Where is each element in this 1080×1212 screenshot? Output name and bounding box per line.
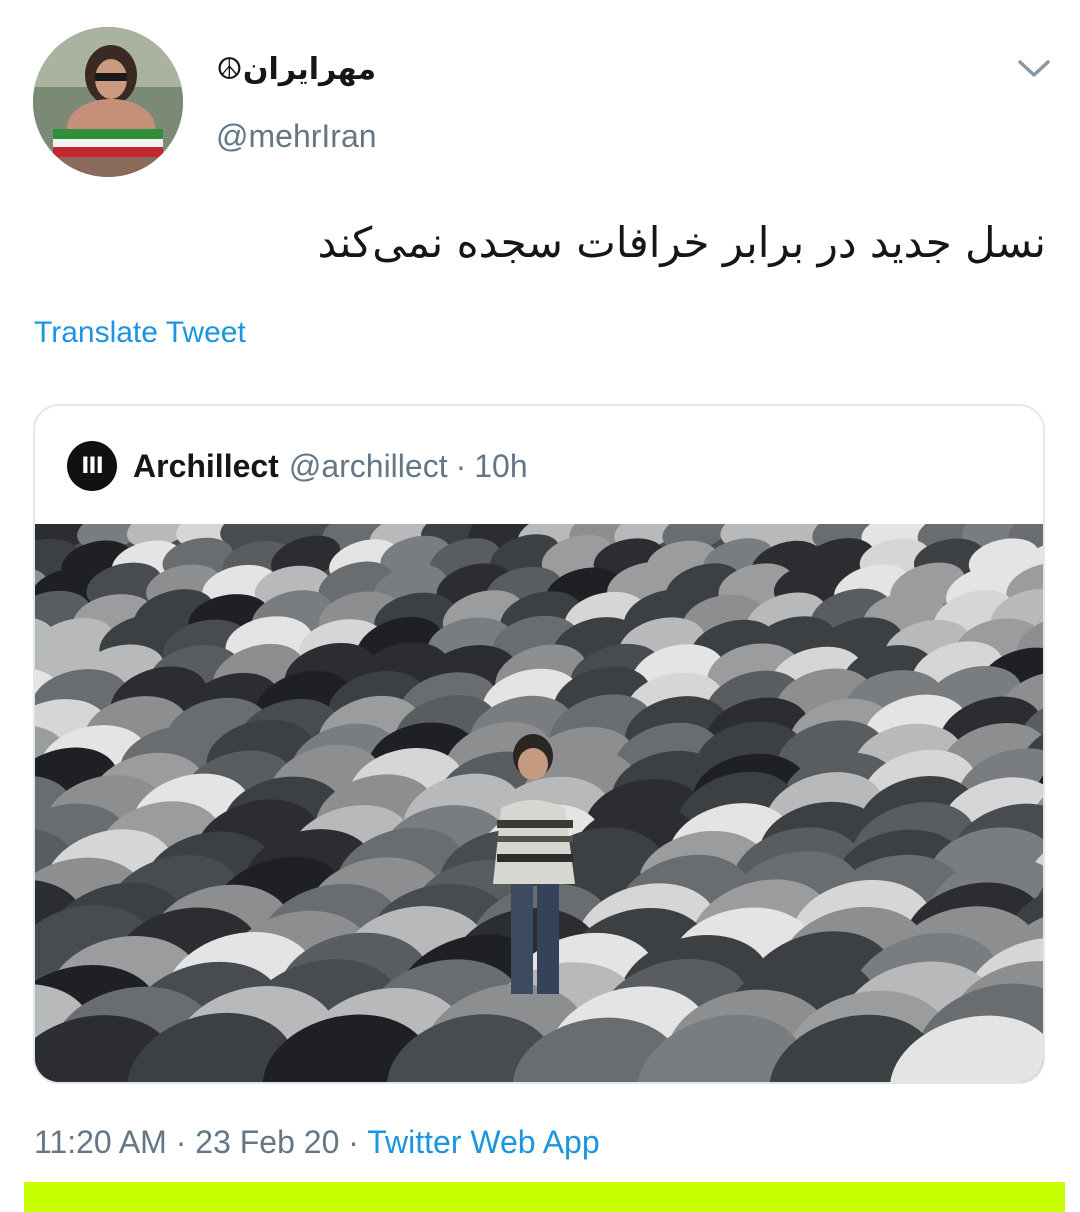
quoted-tweet-card[interactable]: III Archillect @archillect · 10h	[33, 404, 1045, 1084]
author-handle[interactable]: @mehrIran	[216, 118, 377, 155]
tweet-timestamp-line: 11:20 AM · 23 Feb 20 · Twitter Web App	[34, 1124, 600, 1161]
quoted-avatar[interactable]: III	[67, 441, 117, 491]
quoted-tweet-header: III Archillect @archillect · 10h	[67, 441, 528, 491]
timestamp-separator-1: ·	[175, 1124, 187, 1160]
highlight-bar	[24, 1182, 1065, 1212]
author-display-name[interactable]: ☮مهرايران	[216, 52, 376, 87]
quoted-avatar-glyph: III	[81, 453, 104, 479]
translate-tweet-link[interactable]: Translate Tweet	[34, 316, 246, 350]
tweet-source-link[interactable]: Twitter Web App	[367, 1124, 599, 1160]
timestamp-separator-2: ·	[348, 1124, 359, 1160]
tweet-time[interactable]: 11:20 AM	[34, 1124, 167, 1160]
quoted-tweet-image[interactable]	[35, 508, 1043, 1082]
tweet-text: نسل جدید در برابر خرافات سجده نمی‌کند	[317, 218, 1046, 267]
quoted-handle[interactable]: @archillect	[289, 448, 448, 485]
chevron-down-icon[interactable]	[1014, 52, 1054, 84]
tweet-date[interactable]: 23 Feb 20	[195, 1124, 339, 1160]
quoted-age[interactable]: 10h	[474, 448, 527, 485]
meta-separator: ·	[455, 447, 467, 484]
author-avatar[interactable]	[33, 27, 183, 177]
quoted-display-name[interactable]: Archillect	[133, 448, 279, 485]
